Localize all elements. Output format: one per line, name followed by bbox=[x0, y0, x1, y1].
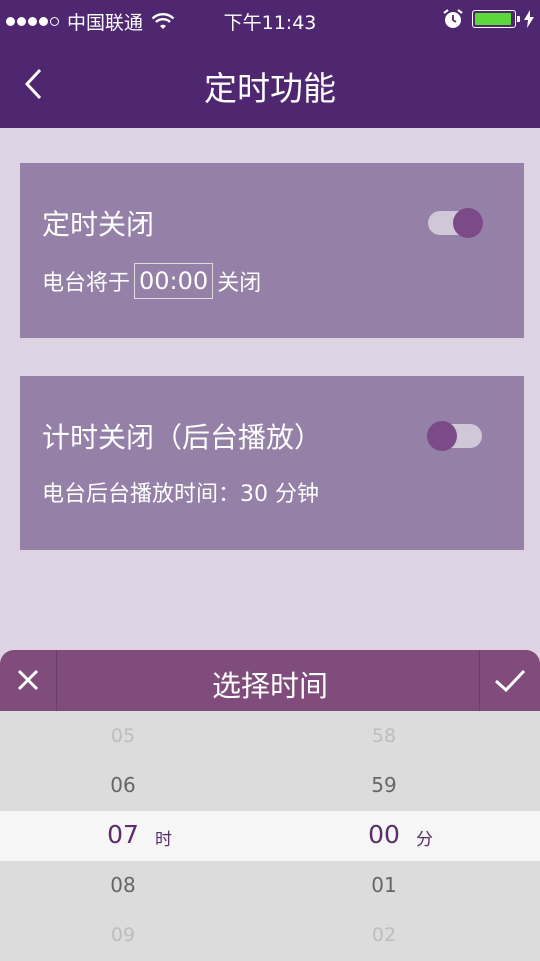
timer-close-toggle[interactable] bbox=[428, 208, 483, 238]
timer-close-desc: 电台将于 00:00 关闭 bbox=[42, 263, 261, 299]
battery-icon bbox=[472, 10, 520, 28]
timer-close-card: 定时关闭 电台将于 00:00 关闭 bbox=[20, 163, 524, 338]
minute-unit-label: 分 bbox=[416, 830, 433, 850]
picker-title: 选择时间 bbox=[211, 669, 328, 703]
countdown-close-toggle[interactable] bbox=[427, 421, 482, 451]
picker-cancel-button[interactable] bbox=[0, 650, 57, 711]
minute-option[interactable]: 02 bbox=[344, 924, 424, 946]
minute-option-selected[interactable]: 00 bbox=[344, 820, 424, 849]
page-title: 定时功能 bbox=[204, 69, 336, 108]
toggle-knob bbox=[427, 421, 457, 451]
picker-confirm-button[interactable] bbox=[479, 650, 540, 711]
timer-close-desc-prefix: 电台将于 bbox=[42, 271, 131, 296]
alarm-clock-icon bbox=[443, 9, 463, 28]
minute-option[interactable]: 59 bbox=[344, 773, 424, 797]
charging-bolt-icon bbox=[524, 10, 534, 28]
timer-close-time[interactable]: 00:00 bbox=[134, 263, 214, 299]
minute-option[interactable]: 58 bbox=[344, 725, 424, 747]
close-icon bbox=[17, 669, 39, 691]
status-right bbox=[442, 8, 534, 30]
timer-close-title: 定时关闭 bbox=[42, 208, 155, 241]
toggle-knob bbox=[453, 208, 483, 238]
countdown-close-title: 计时关闭（后台播放） bbox=[42, 421, 323, 454]
battery-fill bbox=[475, 13, 512, 25]
nav-bar: 定时功能 bbox=[0, 40, 540, 128]
minute-column[interactable]: 58 59 00 01 02 分 bbox=[0, 711, 540, 961]
countdown-close-desc: 电台后台播放时间：30 分钟 bbox=[42, 482, 319, 507]
checkmark-icon bbox=[494, 669, 526, 693]
time-picker-header: 选择时间 bbox=[0, 650, 540, 711]
status-bar: 中国联通 下午11:43 bbox=[0, 0, 540, 40]
time-picker-wheel: 05 06 07 08 09 时 58 59 00 01 02 分 bbox=[0, 711, 540, 961]
minute-option[interactable]: 01 bbox=[344, 873, 424, 897]
timer-close-desc-suffix: 关闭 bbox=[217, 271, 262, 296]
countdown-close-card: 计时关闭（后台播放） 电台后台播放时间：30 分钟 bbox=[20, 376, 524, 550]
